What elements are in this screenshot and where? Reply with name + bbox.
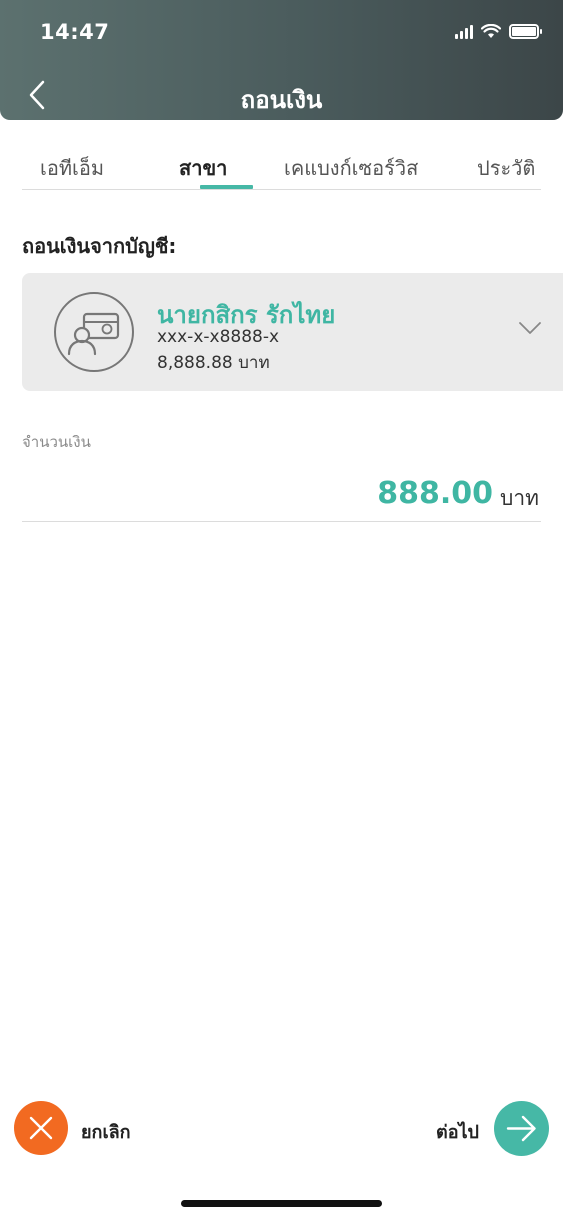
tab-branch[interactable]: สาขา: [179, 152, 227, 184]
amount-field[interactable]: 888.00 บาท: [22, 468, 541, 522]
tab-atm[interactable]: เอทีเอ็ม: [40, 152, 104, 184]
amount-unit: บาท: [500, 486, 539, 510]
status-time: 14:47: [40, 20, 110, 44]
tab-history[interactable]: ประวัติ: [477, 152, 535, 184]
next-label[interactable]: ต่อไป: [436, 1117, 479, 1146]
account-selector[interactable]: นายกสิกร รักไทย xxx-x-x8888-x 8,888.88 บ…: [22, 273, 563, 391]
user-card-icon: [67, 312, 120, 356]
withdraw-tabs: เอทีเอ็ม สาขา เคแบงก์เซอร์วิส ประวัติ: [22, 146, 541, 190]
cancel-label[interactable]: ยกเลิก: [81, 1117, 131, 1146]
app-header: 14:47 ถอนเงิน: [0, 0, 563, 120]
battery-icon: [509, 24, 542, 39]
cellular-signal-icon: [455, 24, 473, 39]
account-balance: 8,888.88 บาท: [157, 353, 270, 373]
active-tab-indicator: [200, 185, 253, 189]
wifi-icon: [481, 24, 501, 38]
status-icons: [455, 24, 542, 39]
tab-kbank-service[interactable]: เคแบงก์เซอร์วิส: [284, 152, 418, 184]
arrow-right-icon: [506, 1115, 536, 1142]
account-avatar: [54, 292, 134, 372]
amount-label: จำนวนเงิน: [22, 433, 91, 451]
chevron-down-icon: [519, 322, 541, 334]
cancel-button[interactable]: [14, 1101, 68, 1155]
amount-value[interactable]: 888.00: [377, 476, 493, 511]
withdraw-from-label: ถอนเงินจากบัญชี:: [22, 234, 177, 258]
next-button[interactable]: [494, 1101, 549, 1156]
close-icon: [29, 1116, 53, 1140]
page-title: ถอนเงิน: [240, 86, 323, 114]
home-indicator: [181, 1200, 382, 1207]
account-number: xxx-x-x8888-x: [157, 327, 280, 347]
